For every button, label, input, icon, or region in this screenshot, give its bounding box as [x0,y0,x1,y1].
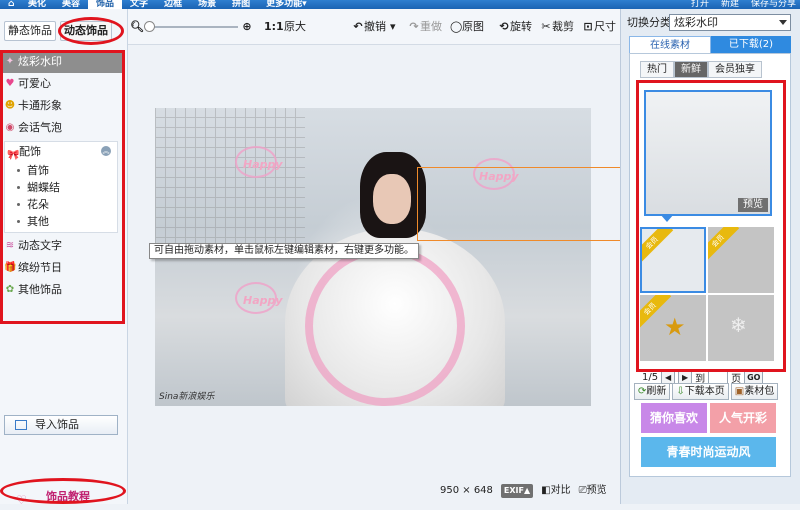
redo-label: 重做 [420,20,442,33]
refresh-button[interactable]: ⟳刷新 [634,383,671,400]
refresh-label: 刷新 [646,386,667,397]
watermark-logo: Sina新浪娱乐 [159,392,215,402]
subtab-new[interactable]: 新鲜 [674,61,708,78]
import-icon [15,420,27,430]
preview-icon: ⎚ [578,485,587,496]
page-indicator: 1/5 [642,372,659,383]
highlight-tutorial [0,478,126,504]
material-actions: ⟳刷新 ⇩下载本页 ▣素材包 [634,383,779,400]
subtab-hot[interactable]: 热门 [640,61,674,78]
package-icon: ▣ [734,386,745,397]
category-select[interactable]: 炫彩水印 [669,14,791,31]
material-pack-button[interactable]: ▣素材包 [730,383,779,400]
happy-text: Happy [243,158,283,171]
resize-icon: ⊡ [583,20,593,33]
switch-category-label: 切换分类 [627,16,671,29]
crop-label: 裁剪 [552,20,574,33]
chevron-down-icon [779,20,787,25]
redo-button[interactable]: ↷重做 [408,19,442,35]
redo-icon: ↷ [409,20,419,33]
face-shape [373,174,411,224]
subtab-member[interactable]: 会员独享 [708,61,762,78]
left-panel: 静态饰品 动态饰品 ✦ 炫彩水印 ♥ 可爱心 ☻ 卡通形象 ◉ 会话气泡 🎀 配… [0,9,128,507]
compare-icon: ◧ [541,485,551,496]
static-accessory-tab[interactable]: 静态饰品 [4,21,56,41]
sticker-selection-frame[interactable] [417,167,621,241]
material-subtabs: 热门 新鲜 会员独享 [640,61,762,78]
zoom-in-icon[interactable]: ⊕ [241,19,253,35]
new-button[interactable]: 新建 [721,0,739,9]
preview-button[interactable]: ⎚预览 [579,484,607,498]
crop-button[interactable]: ✂裁剪 [540,19,574,35]
zoom-slider-handle[interactable] [144,21,155,32]
crop-icon: ✂ [541,20,551,33]
nav-tab-more[interactable]: 更多功能▾ [258,0,315,9]
rotate-button[interactable]: ⟲旋转 [498,19,532,35]
original-label: 原图 [462,20,484,33]
background-lattice [155,108,305,248]
nav-tab-text[interactable]: 文字 [122,0,156,9]
undo-button[interactable]: ↶撤销 [352,19,386,35]
original-image-button[interactable]: ◯原图 [450,19,484,35]
rotate-icon: ⟲ [499,20,509,33]
promo-sports-style[interactable]: 青春时尚运动风 [641,437,776,467]
size-button[interactable]: ⊡尺寸 [582,19,616,35]
preview-label: 预览 [586,485,607,496]
open-button[interactable]: 打开 [691,0,709,9]
material-tabs: 在线素材 已下载(2) [629,36,791,53]
status-bar: 950 × 648 EXIF▲ ◧对比 ⎚预览 [440,484,607,498]
zoom-ratio[interactable]: 1:1 [264,19,284,35]
nav-tab-border[interactable]: 边框 [156,0,190,9]
undo-dropdown-icon[interactable]: ▾ [390,19,396,35]
original-size-button[interactable]: 原大 [284,19,306,35]
nav-tab-scene[interactable]: 场景 [190,0,224,9]
canvas-tooltip: 可自由拖动素材，单击鼠标左键编辑素材，右键更多功能。 [149,243,419,259]
rotate-label: 旋转 [510,20,532,33]
home-icon[interactable]: ⌂ [0,0,20,9]
tab-downloaded[interactable]: 已下载(2) [711,36,791,53]
import-accessory-button[interactable]: 导入饰品 [4,415,118,435]
nav-tab-beauty[interactable]: 美容 [54,0,88,9]
zoom-slider[interactable] [144,21,238,32]
import-label: 导入饰品 [35,418,79,431]
highlight-dynamic-tab [58,17,124,45]
size-label: 尺寸 [594,20,616,33]
compare-label: 对比 [550,485,571,496]
download-icon: ⇩ [676,386,685,397]
nav-tab-collage[interactable]: 拼图 [224,0,258,9]
nav-tab-accessory[interactable]: 饰品 [88,0,123,9]
exif-button[interactable]: EXIF▲ [500,484,534,498]
undo-label: 撤销 [364,20,386,33]
top-nav-tabs: ⌂ 美化 美容 饰品 文字 边框 场景 拼图 更多功能▾ [0,0,315,9]
highlight-category-list [0,50,125,324]
happy-text: Happy [243,294,283,307]
category-select-value: 炫彩水印 [674,16,718,29]
promo-guess-you-like[interactable]: 猜你喜欢 [641,403,707,433]
compare-button[interactable]: ◧对比 [541,484,570,498]
undo-icon: ↶ [353,20,363,33]
highlight-material-area [636,80,786,372]
save-share-button[interactable]: 保存与分享 [751,0,796,9]
image-toolbar: 🔍︎ ⊕ 1:1 原大 ↶撤销 ▾ ↷重做 ◯原图 ⟲旋转 ✂裁剪 ⊡尺寸 [128,9,620,45]
image-dimensions: 950 × 648 [440,485,493,496]
nav-tab-beautify[interactable]: 美化 [20,0,54,9]
material-pack-label: 素材包 [744,386,775,397]
promo-popular[interactable]: 人气开彩 [710,403,776,433]
tab-online-material[interactable]: 在线素材 [629,36,711,53]
right-panel: 切换分类 炫彩水印 在线素材 已下载(2) 热门 新鲜 会员独享 预览 会员 会… [620,9,800,504]
download-page-button[interactable]: ⇩下载本页 [672,383,729,400]
original-icon: ◯ [450,20,463,33]
top-actions: 打开 新建 保存与分享 [691,0,796,9]
zoom-out-icon[interactable]: 🔍︎ [130,19,144,35]
download-label: 下载本页 [684,386,725,397]
